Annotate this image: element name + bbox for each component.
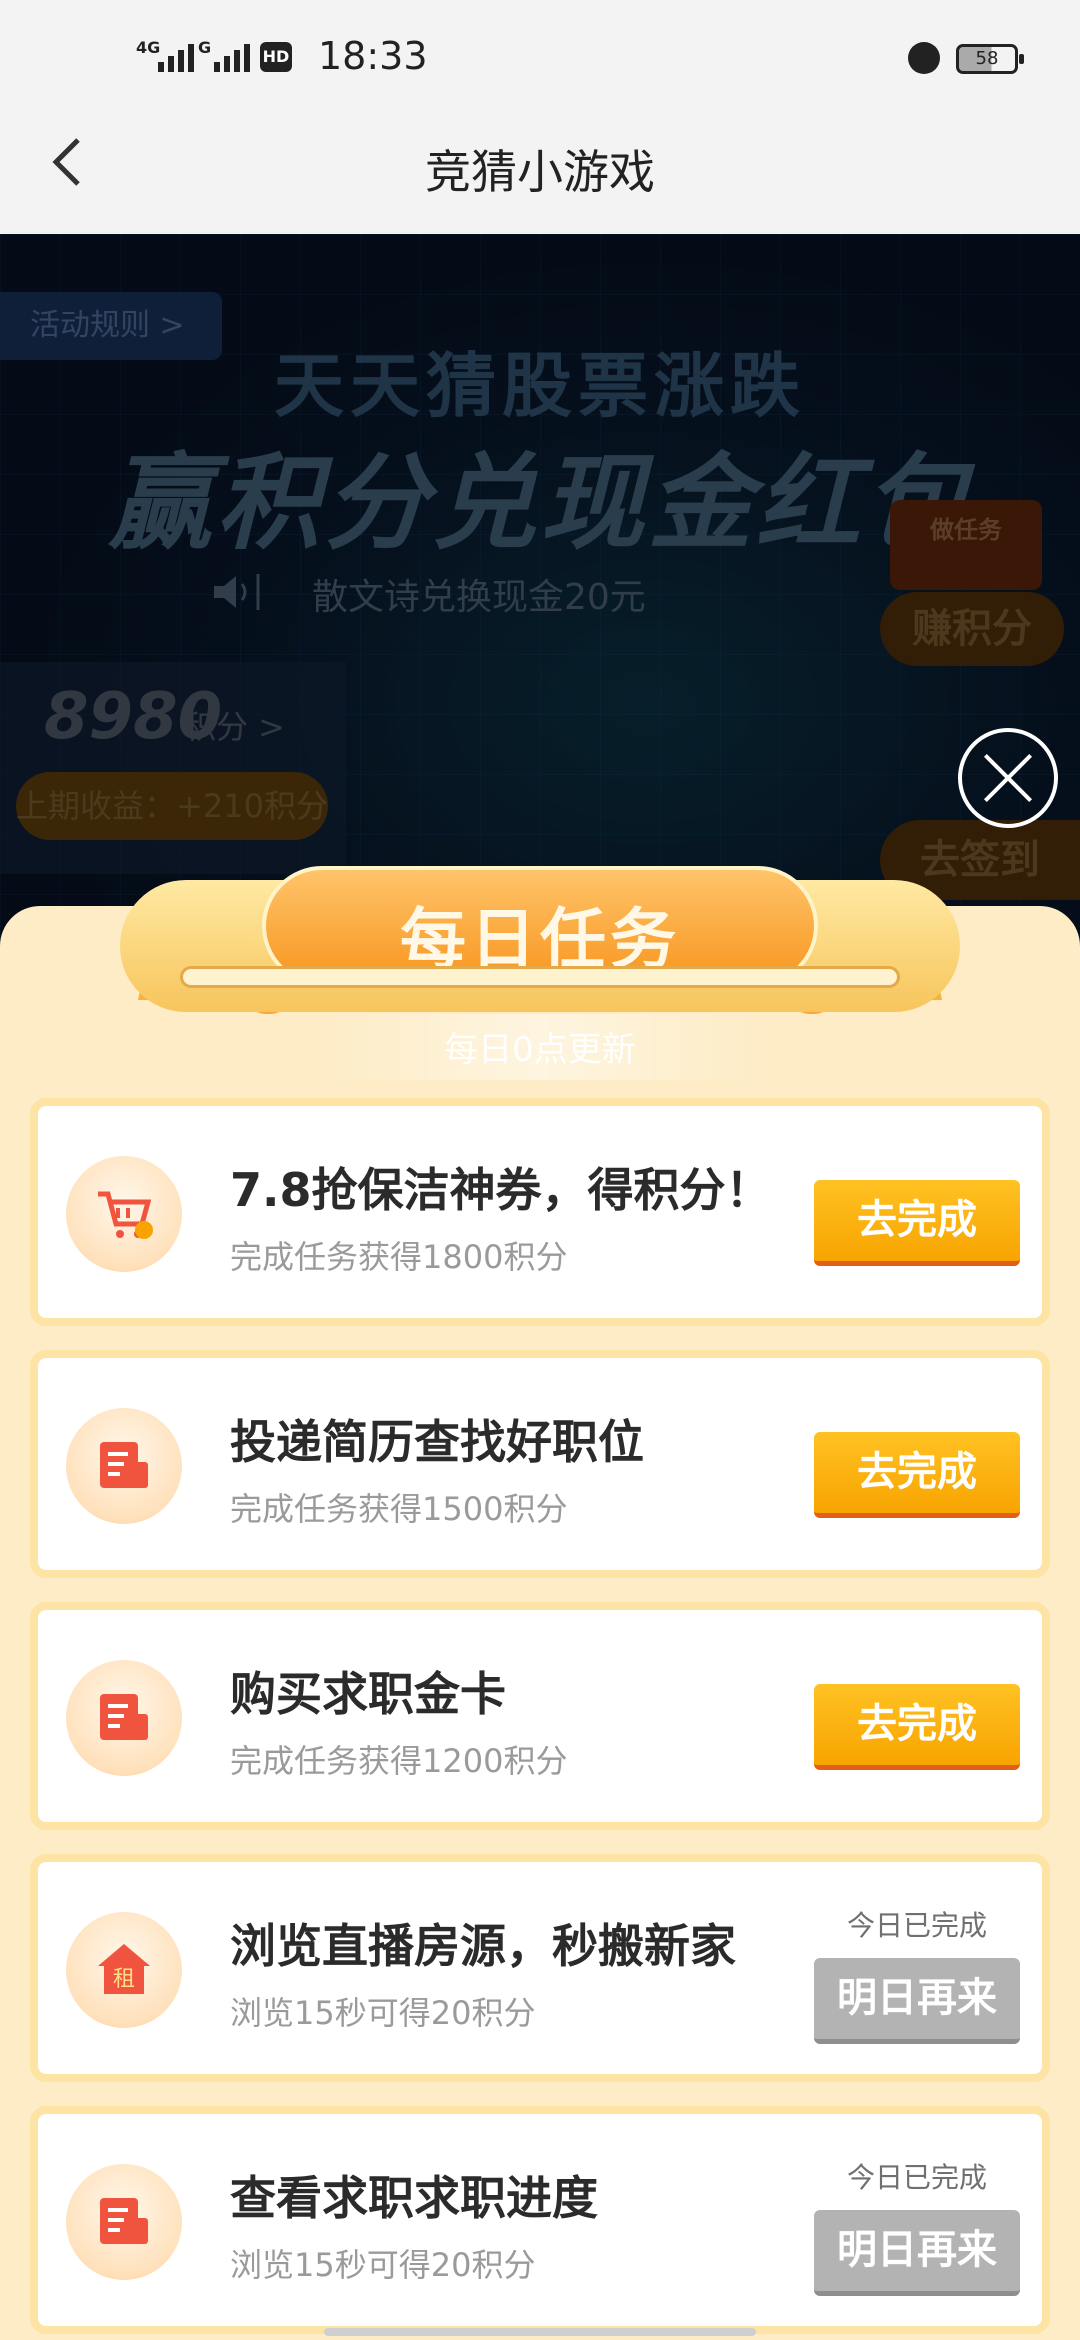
signal-icon bbox=[158, 38, 194, 72]
document-icon bbox=[66, 2164, 182, 2280]
rent-house-icon: 租 bbox=[66, 1912, 182, 2028]
task-card: 查看求职求职进度 浏览15秒可得20积分 今日已完成 明日再来 bbox=[30, 2106, 1050, 2334]
clock: 18:33 bbox=[318, 34, 428, 78]
task-title: 购买求职金卡 bbox=[230, 1667, 506, 1721]
task-title: 浏览直播房源，秒搬新家 bbox=[230, 1919, 736, 1973]
network-type-label-2: G bbox=[198, 38, 212, 57]
task-reward: 完成任务获得1500积分 bbox=[230, 1490, 568, 1528]
document-icon bbox=[66, 1408, 182, 1524]
nav-bar: 竞猜小游戏 bbox=[0, 96, 1080, 234]
home-indicator[interactable] bbox=[324, 2328, 756, 2336]
close-icon[interactable] bbox=[958, 728, 1058, 828]
task-reward: 浏览15秒可得20积分 bbox=[230, 2246, 536, 2284]
hd-icon: HD bbox=[260, 42, 292, 72]
task-card: 购买求职金卡 完成任务获得1200积分 去完成 bbox=[30, 1602, 1050, 1830]
sheet-header-bar bbox=[180, 966, 900, 988]
task-reward: 浏览15秒可得20积分 bbox=[230, 1994, 536, 2032]
signal-icon-2 bbox=[214, 38, 250, 72]
come-back-tomorrow-button[interactable]: 明日再来 bbox=[814, 1958, 1020, 2044]
document-icon bbox=[66, 1660, 182, 1776]
task-reward: 完成任务获得1800积分 bbox=[230, 1238, 568, 1276]
task-title: 7.8抢保洁神券，得积分！ bbox=[230, 1163, 772, 1217]
update-note: 每日0点更新 bbox=[444, 1030, 636, 1070]
task-card: 租 浏览直播房源，秒搬新家 浏览15秒可得20积分 今日已完成 明日再来 bbox=[30, 1854, 1050, 2082]
svg-text:租: 租 bbox=[113, 1967, 135, 1992]
network-type-label: 4G bbox=[136, 38, 161, 57]
complete-task-button[interactable]: 去完成 bbox=[814, 1684, 1020, 1770]
task-card: 投递简历查找好职位 完成任务获得1500积分 去完成 bbox=[30, 1350, 1050, 1578]
task-title: 投递简历查找好职位 bbox=[230, 1415, 644, 1469]
status-bar: 4G G HD 18:33 58 bbox=[0, 0, 1080, 96]
battery-icon: 58 bbox=[956, 44, 1024, 74]
task-reward: 完成任务获得1200积分 bbox=[230, 1742, 568, 1780]
cart-icon bbox=[66, 1156, 182, 1272]
task-card: 7.8抢保洁神券，得积分！ 完成任务获得1800积分 去完成 bbox=[30, 1098, 1050, 1326]
page-title: 竞猜小游戏 bbox=[425, 145, 655, 199]
task-title: 查看求职求职进度 bbox=[230, 2171, 598, 2225]
alarm-icon bbox=[908, 42, 940, 74]
modal-backdrop[interactable] bbox=[0, 234, 1080, 954]
completed-today-label: 今日已完成 bbox=[846, 2161, 987, 2194]
complete-task-button[interactable]: 去完成 bbox=[814, 1432, 1020, 1518]
come-back-tomorrow-button[interactable]: 明日再来 bbox=[814, 2210, 1020, 2296]
completed-today-label: 今日已完成 bbox=[846, 1909, 987, 1942]
complete-task-button[interactable]: 去完成 bbox=[814, 1180, 1020, 1266]
